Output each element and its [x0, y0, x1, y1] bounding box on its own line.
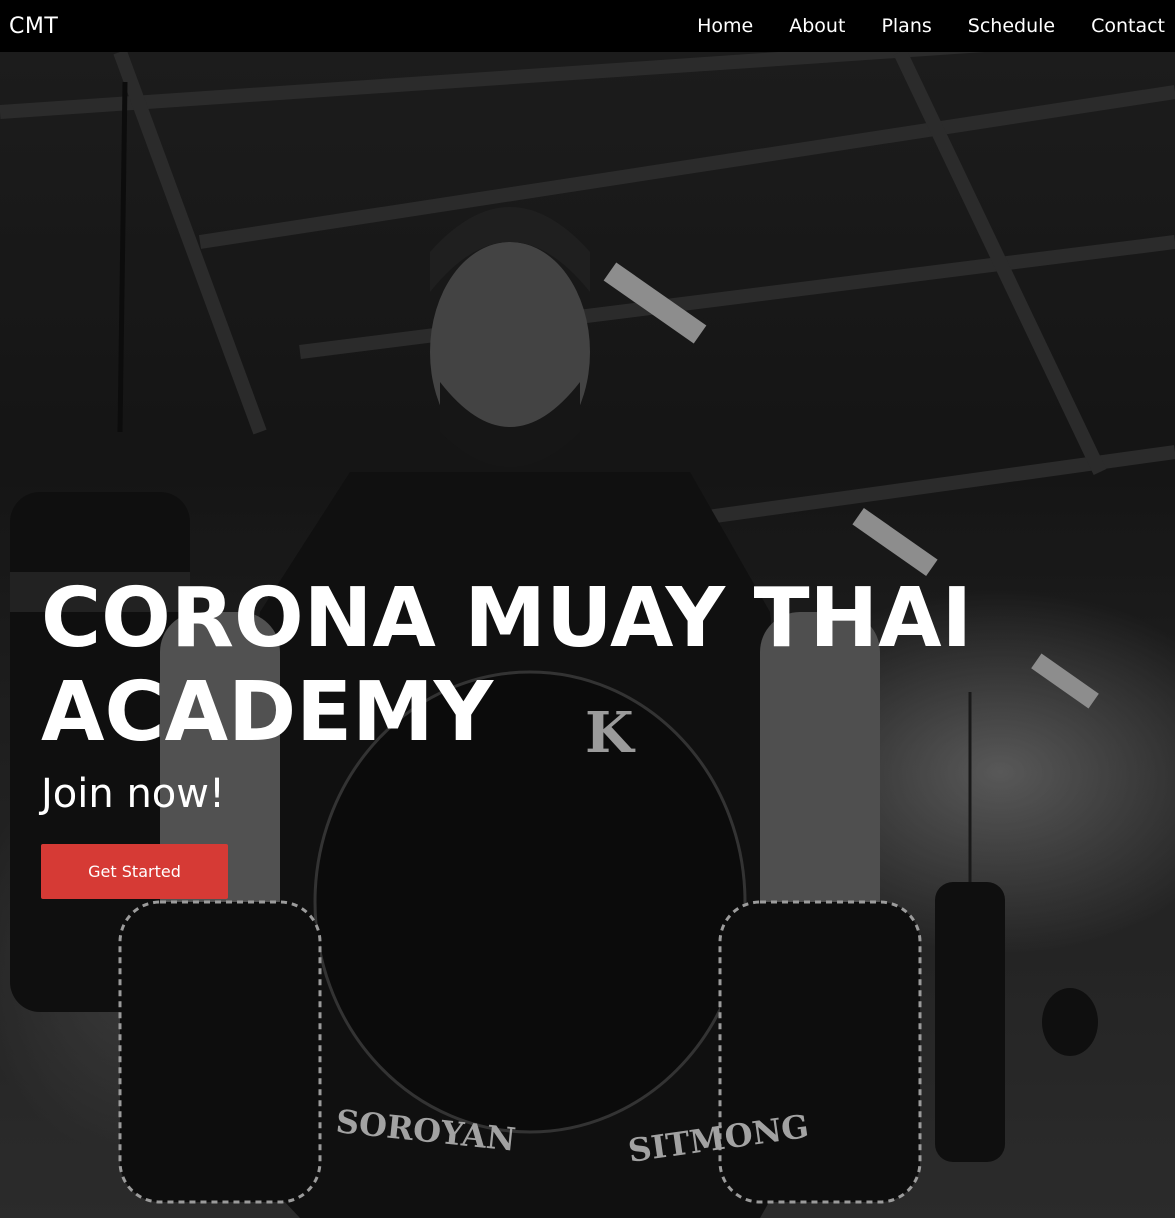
- brand-logo[interactable]: CMT: [9, 14, 58, 39]
- top-navbar: CMT Home About Plans Schedule Contact: [0, 0, 1175, 52]
- hero-subtitle: Join now!: [41, 771, 226, 817]
- nav-link-about[interactable]: About: [789, 15, 845, 37]
- nav-link-plans[interactable]: Plans: [881, 15, 931, 37]
- nav-links: Home About Plans Schedule Contact: [697, 15, 1165, 37]
- hero-title: CORONA MUAY THAI ACADEMY: [41, 571, 973, 760]
- nav-link-contact[interactable]: Contact: [1091, 15, 1165, 37]
- nav-link-schedule[interactable]: Schedule: [968, 15, 1055, 37]
- hero-section: K SOROYAN SITMONG CORONA MUAY THAI ACADE…: [0, 52, 1175, 1218]
- get-started-button[interactable]: Get Started: [41, 844, 228, 899]
- nav-link-home[interactable]: Home: [697, 15, 753, 37]
- hero-content: CORONA MUAY THAI ACADEMY Join now! Get S…: [41, 572, 1141, 899]
